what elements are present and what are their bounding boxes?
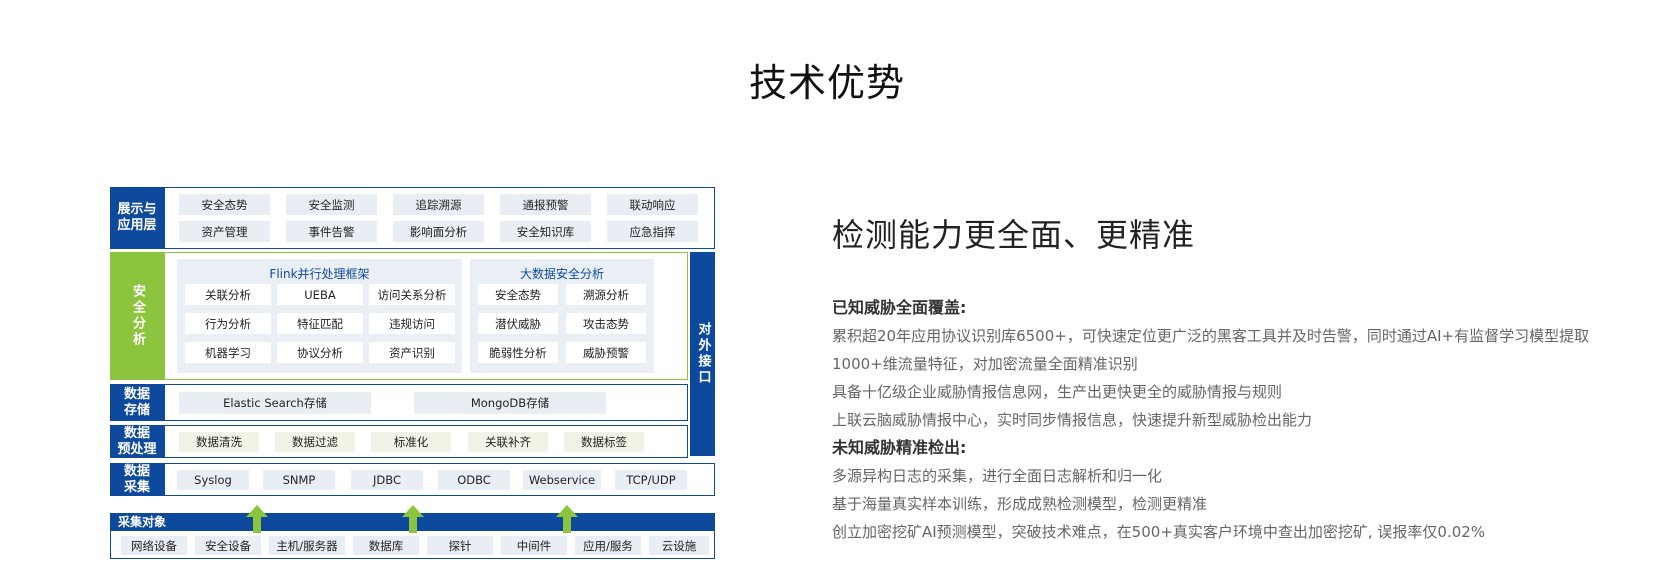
bigdata-title: 大数据安全分析 bbox=[519, 267, 604, 281]
display-item: 资产管理 bbox=[179, 221, 270, 242]
collect-item: Webservice bbox=[523, 470, 601, 490]
target-item: 主机/服务器 bbox=[269, 536, 345, 555]
flink-title: Flink并行处理框架 bbox=[269, 267, 370, 281]
known-threats-line: 累积超20年应用协议识别库6500+，可快速定位更广泛的黑客工具并及时告警，同时… bbox=[832, 327, 1590, 345]
up-arrow-icon bbox=[402, 505, 424, 533]
bigdata-item: 安全态势 bbox=[478, 284, 558, 305]
flink-item: 关联分析 bbox=[185, 284, 271, 305]
unknown-threats-line: 基于海量真实样本训练，形成成熟检测模型，检测更精准 bbox=[832, 495, 1208, 513]
up-arrow-icon bbox=[246, 505, 268, 533]
flink-item: 机器学习 bbox=[185, 342, 271, 363]
flink-item: 特征匹配 bbox=[277, 313, 363, 334]
flink-item: 访问关系分析 bbox=[369, 284, 455, 305]
display-item: 安全知识库 bbox=[500, 221, 591, 242]
target-item: 应用/服务 bbox=[575, 536, 641, 555]
bigdata-item: 脆弱性分析 bbox=[478, 342, 558, 363]
display-item: 应急指挥 bbox=[607, 221, 698, 242]
known-threats-title: 已知威胁全面覆盖: bbox=[832, 298, 967, 317]
analysis-layer-label: 安全分析 bbox=[110, 252, 164, 380]
flink-item: 行为分析 bbox=[185, 313, 271, 334]
unknown-threats-line: 多源异构日志的采集，进行全面日志解析和归一化 bbox=[832, 467, 1163, 485]
target-item: 中间件 bbox=[501, 536, 567, 555]
storage-layer-label: 数据 存储 bbox=[110, 384, 164, 421]
flink-item: 资产识别 bbox=[369, 342, 455, 363]
display-item: 通报预警 bbox=[500, 194, 591, 215]
known-threats-line: 1000+维流量特征，对加密流量全面精准识别 bbox=[832, 355, 1138, 373]
preprocess-item: 关联补齐 bbox=[468, 432, 548, 452]
target-item: 网络设备 bbox=[121, 536, 187, 555]
collect-item: TCP/UDP bbox=[615, 470, 687, 490]
collect-layer-label: 数据 采集 bbox=[110, 463, 164, 496]
external-interface-label: 对外接口 bbox=[690, 252, 715, 456]
target-item: 数据库 bbox=[353, 536, 419, 555]
display-item: 影响面分析 bbox=[393, 221, 484, 242]
bigdata-item: 潜伏威胁 bbox=[478, 313, 558, 334]
known-threats-line: 具备十亿级企业威胁情报信息网，生产出更快更全的威胁情报与规则 bbox=[832, 383, 1283, 401]
display-layer-label: 展示与 应用层 bbox=[110, 187, 164, 249]
bigdata-item: 威胁预警 bbox=[566, 342, 646, 363]
storage-item: Elastic Search存储 bbox=[179, 392, 371, 414]
target-item: 云设施 bbox=[649, 536, 709, 555]
content-heading: 检测能力更全面、更精准 bbox=[832, 216, 1196, 254]
display-item: 联动响应 bbox=[607, 194, 698, 215]
content-panel: 检测能力更全面、更精准 已知威胁全面覆盖: 累积超20年应用协议识别库6500+… bbox=[832, 210, 1632, 546]
analysis-layer-panel: Flink并行处理框架 关联分析 UEBA 访问关系分析 行为分析 特征匹配 违… bbox=[164, 252, 688, 380]
targets-panel: 网络设备 安全设备 主机/服务器 数据库 探针 中间件 应用/服务 云设施 bbox=[110, 530, 715, 559]
storage-item: MongoDB存储 bbox=[414, 392, 606, 414]
target-item: 探针 bbox=[427, 536, 493, 555]
flink-item: 协议分析 bbox=[277, 342, 363, 363]
flink-panel: Flink并行处理框架 关联分析 UEBA 访问关系分析 行为分析 特征匹配 违… bbox=[177, 259, 462, 373]
preprocess-item: 数据标签 bbox=[564, 432, 644, 452]
display-item: 事件告警 bbox=[286, 221, 377, 242]
preprocess-item: 数据清洗 bbox=[179, 432, 259, 452]
architecture-diagram: 展示与 应用层 安全态势 安全监测 追踪溯源 通报预警 联动响应 资产管理 事件… bbox=[110, 187, 715, 567]
bigdata-panel: 大数据安全分析 安全态势 溯源分析 潜伏威胁 攻击态势 脆弱性分析 威胁预警 bbox=[470, 259, 654, 373]
bigdata-item: 溯源分析 bbox=[566, 284, 646, 305]
collect-item: JDBC bbox=[351, 470, 423, 490]
display-item: 安全态势 bbox=[179, 194, 270, 215]
page-title: 技术优势 bbox=[748, 61, 905, 105]
collect-layer-panel: Syslog SNMP JDBC ODBC Webservice TCP/UDP bbox=[164, 463, 715, 496]
bigdata-item: 攻击态势 bbox=[566, 313, 646, 334]
unknown-threats-title: 未知威胁精准检出: bbox=[832, 438, 967, 457]
preprocess-layer-panel: 数据清洗 数据过滤 标准化 关联补齐 数据标签 bbox=[164, 425, 688, 458]
up-arrow-icon bbox=[556, 505, 578, 533]
unknown-threats-line: 创立加密挖矿AI预测模型，突破技术难点，在500+真实客户环境中查出加密挖矿, … bbox=[832, 523, 1486, 541]
known-threats-line: 上联云脑威胁情报中心，实时同步情报信息，快速提升新型威胁检出能力 bbox=[832, 411, 1313, 429]
collect-item: SNMP bbox=[263, 470, 335, 490]
preprocess-layer-label: 数据 预处理 bbox=[110, 425, 164, 458]
flink-item: UEBA bbox=[277, 284, 363, 305]
display-layer-panel: 安全态势 安全监测 追踪溯源 通报预警 联动响应 资产管理 事件告警 影响面分析… bbox=[164, 187, 715, 249]
target-item: 安全设备 bbox=[195, 536, 261, 555]
display-item: 安全监测 bbox=[286, 194, 377, 215]
preprocess-item: 数据过滤 bbox=[275, 432, 355, 452]
preprocess-item: 标准化 bbox=[371, 432, 451, 452]
storage-layer-panel: Elastic Search存储 MongoDB存储 bbox=[164, 384, 688, 421]
collect-item: Syslog bbox=[177, 470, 249, 490]
flink-item: 违规访问 bbox=[369, 313, 455, 334]
collect-item: ODBC bbox=[438, 470, 510, 490]
display-item: 追踪溯源 bbox=[393, 194, 484, 215]
